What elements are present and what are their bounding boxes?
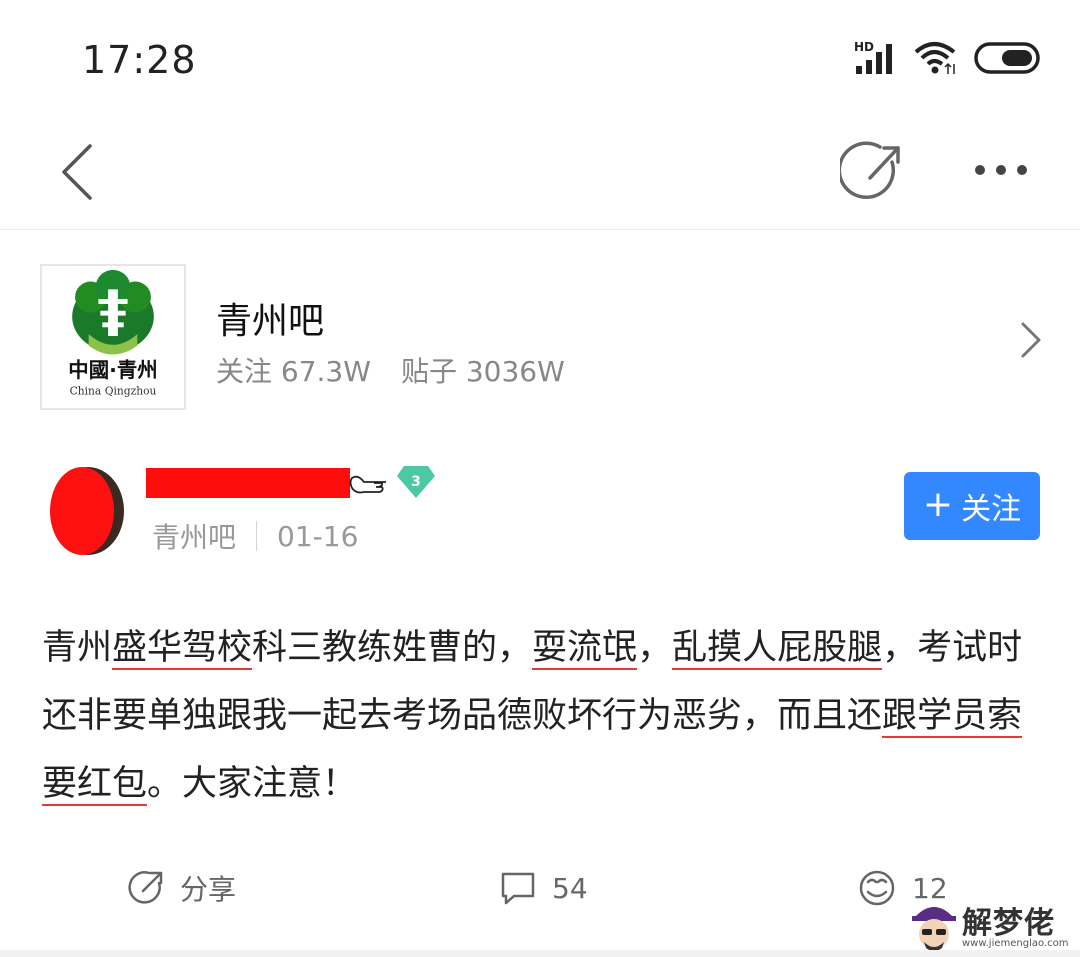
watermark-title: 解梦佬 bbox=[962, 906, 1055, 941]
status-icons: HD bbox=[854, 40, 1044, 76]
share-icon[interactable] bbox=[840, 138, 910, 208]
avatar[interactable] bbox=[46, 464, 124, 558]
post-text: ， bbox=[637, 628, 673, 668]
wifi-icon bbox=[914, 42, 956, 74]
network-type-label: HD bbox=[854, 40, 874, 54]
share-icon bbox=[128, 871, 163, 904]
share-label: 分享 bbox=[180, 873, 237, 906]
forum-card[interactable]: 中國·青州 China Qingzhou 青州吧 关注 67.3W 贴子 303… bbox=[0, 258, 1080, 418]
follow-button[interactable]: + 关注 bbox=[904, 472, 1040, 540]
author-meta: 青州吧 01-16 bbox=[152, 516, 358, 556]
author-row: 某湖小可生 3 青州吧 01-16 + 关注 bbox=[0, 458, 1080, 568]
status-time: 17:28 bbox=[82, 38, 197, 82]
watermark: 解梦佬 www.jiemenglao.com bbox=[906, 896, 1080, 956]
meta-divider bbox=[256, 521, 258, 551]
watermark-logo-icon bbox=[912, 907, 956, 951]
name-redaction bbox=[146, 468, 350, 498]
plus-icon: + bbox=[922, 484, 954, 525]
bottom-divider bbox=[0, 950, 1080, 957]
underlined-text: 盛华驾校 bbox=[112, 628, 253, 670]
back-arrow-icon[interactable] bbox=[50, 140, 110, 200]
comment-action[interactable]: 54 bbox=[498, 868, 588, 908]
battery-icon bbox=[974, 42, 1040, 74]
svg-text:中國·青州: 中國·青州 bbox=[68, 358, 157, 382]
more-options-icon[interactable] bbox=[966, 150, 1036, 190]
comment-count: 54 bbox=[552, 871, 588, 905]
underlined-text: 耍流氓 bbox=[532, 628, 638, 670]
forum-followers: 关注 67.3W bbox=[216, 355, 371, 388]
post-text: 。大家注意！ bbox=[147, 764, 358, 804]
svg-text:3: 3 bbox=[411, 474, 421, 490]
post-text: 青州 bbox=[42, 628, 113, 668]
post-content: 青州盛华驾校科三教练姓曹的，耍流氓，乱摸人屁股腿，考试时还非要单独跟我一起去考场… bbox=[42, 614, 1042, 818]
share-action[interactable]: 分享 bbox=[126, 868, 236, 908]
forum-name[interactable]: 青州吧 bbox=[216, 292, 324, 344]
nav-bar bbox=[0, 120, 1080, 230]
forum-stats: 关注 67.3W 贴子 3036W bbox=[216, 350, 565, 390]
underlined-text: 乱摸人屁股腿 bbox=[672, 628, 883, 670]
post-text: 科三教练姓曹的， bbox=[252, 628, 533, 668]
status-bar: 17:28 HD bbox=[0, 0, 1080, 120]
forum-logo: 中國·青州 China Qingzhou bbox=[40, 264, 186, 410]
watermark-url: www.jiemenglao.com bbox=[962, 938, 1069, 949]
post-date: 01-16 bbox=[277, 519, 359, 553]
svg-text:China Qingzhou: China Qingzhou bbox=[70, 384, 157, 397]
level-badge-icon: 3 bbox=[397, 466, 435, 498]
pointing-hand-icon bbox=[349, 475, 386, 494]
cellular-signal-icon: HD bbox=[854, 40, 892, 74]
forum-posts: 贴子 3036W bbox=[400, 355, 565, 388]
comment-icon bbox=[501, 872, 535, 905]
follow-label: 关注 bbox=[961, 492, 1022, 527]
chevron-right-icon[interactable] bbox=[1018, 320, 1044, 360]
author-forum[interactable]: 青州吧 bbox=[152, 516, 236, 556]
like-icon bbox=[859, 870, 895, 906]
